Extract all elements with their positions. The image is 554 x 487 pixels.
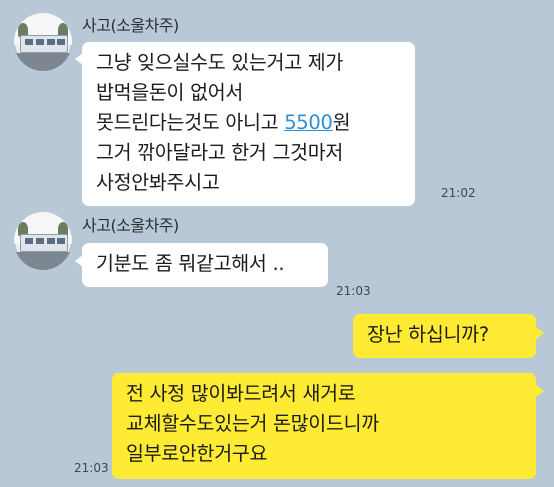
bus-window [57, 238, 65, 244]
message-line: 그거 깎아달라고 한거 그것마저 [96, 141, 344, 164]
avatar[interactable] [14, 13, 72, 71]
message-text: 못드린다는것도 아니고 [96, 111, 285, 134]
avatar-bus-icon [20, 35, 68, 53]
message-bubble[interactable]: 그냥 잊으실수도 있는거고 제가 밥먹을돈이 없어서 못드린다는것도 아니고 5… [82, 42, 415, 206]
timestamp: 21:02 [441, 186, 476, 200]
timestamp: 21:03 [74, 461, 109, 475]
bus-window [36, 238, 44, 244]
bubble-tail [535, 326, 544, 340]
bus-window [25, 238, 33, 244]
message-line: 전 사정 많이봐드려서 새거로 [126, 382, 356, 405]
message-bubble-outgoing[interactable]: 장난 하십니까? [353, 314, 536, 358]
amount-suffix: 원 [332, 111, 351, 134]
bus-window [25, 39, 33, 45]
message-bubble[interactable]: 기분도 좀 뭐같고해서 .. [82, 243, 328, 287]
message-line: 장난 하십니까? [367, 323, 489, 346]
message-bubble-outgoing[interactable]: 전 사정 많이봐드려서 새거로 교체할수도있는거 돈많이드니까 일부로안한거구요 [112, 373, 536, 479]
message-line: 교체할수도있는거 돈많이드니까 [126, 412, 379, 435]
chat-view: 사고(소울차주) 그냥 잊으실수도 있는거고 제가 밥먹을돈이 없어서 못드린다… [0, 0, 554, 487]
bus-window [47, 238, 55, 244]
message-line: 기분도 좀 뭐같고해서 .. [96, 252, 285, 275]
message-line: 일부로안한거구요 [126, 442, 268, 465]
avatar-ground [14, 53, 72, 71]
sender-name: 사고(소울차주) [82, 216, 179, 235]
avatar-bus-icon [20, 234, 68, 252]
message-line: 사정안봐주시고 [96, 171, 220, 194]
timestamp: 21:03 [336, 284, 371, 298]
message-line: 못드린다는것도 아니고 5500원 [96, 108, 401, 138]
bus-window [47, 39, 55, 45]
bus-window [57, 39, 65, 45]
bubble-tail [535, 384, 544, 398]
bus-window [36, 39, 44, 45]
avatar-ground [14, 252, 72, 270]
sender-name: 사고(소울차주) [82, 16, 179, 35]
amount-link[interactable]: 5500 [284, 111, 333, 134]
avatar[interactable] [14, 212, 72, 270]
message-line: 밥먹을돈이 없어서 [96, 81, 244, 104]
message-line: 그냥 잊으실수도 있는거고 제가 [96, 51, 344, 74]
